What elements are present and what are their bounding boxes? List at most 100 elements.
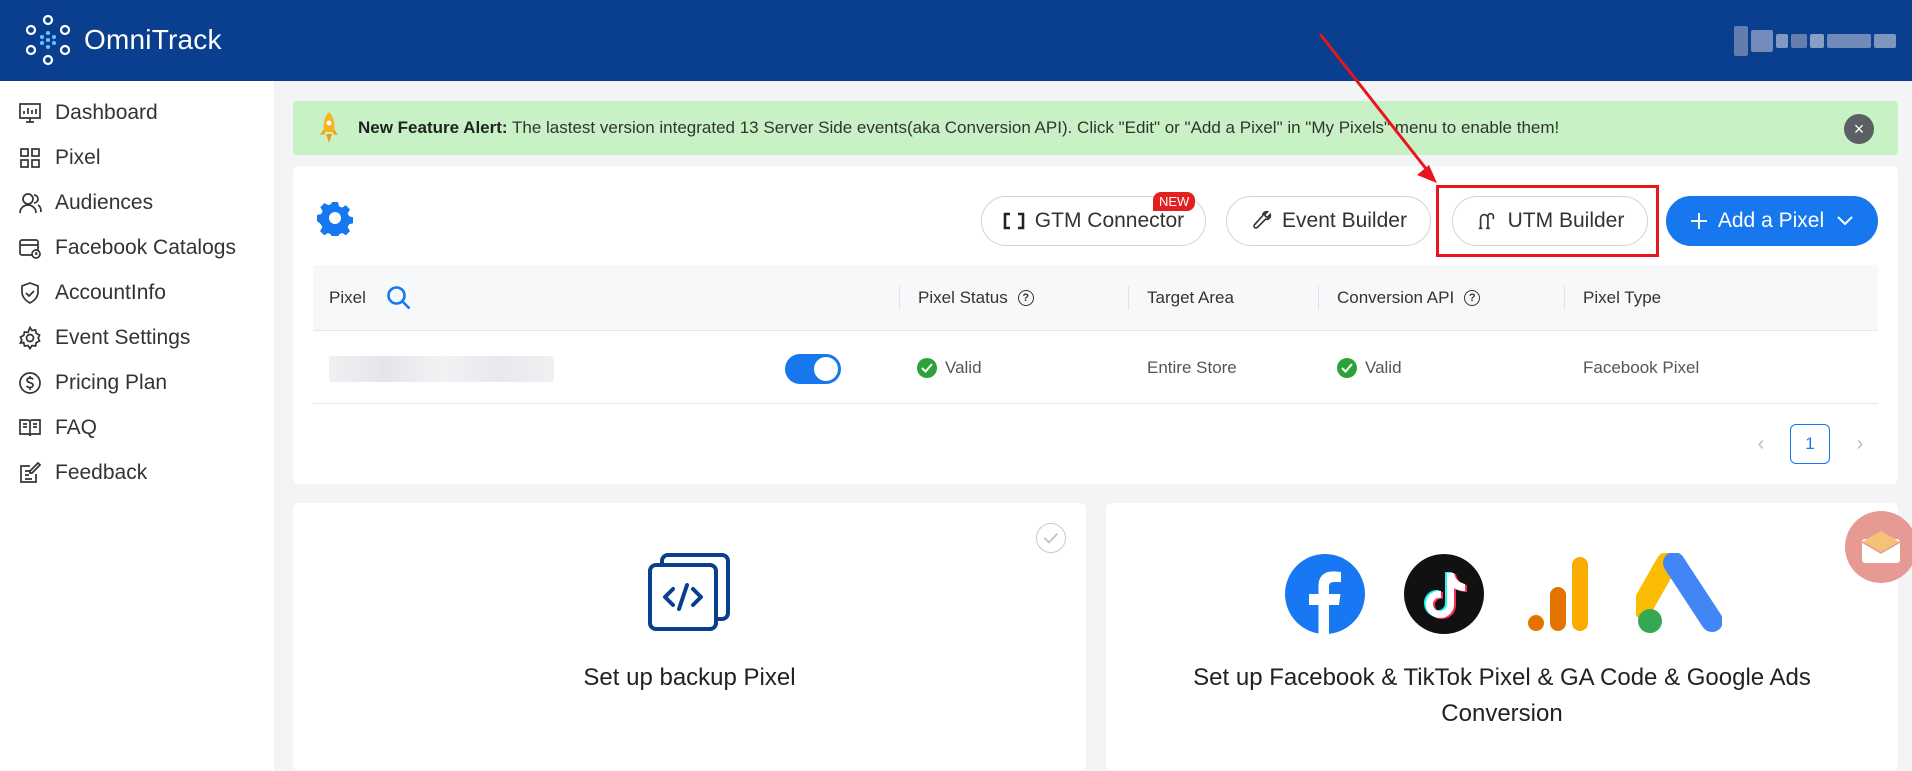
table-header: Pixel Pixel Status ? Target Area Convers… — [313, 265, 1878, 331]
floating-chat-button[interactable] — [1845, 511, 1912, 583]
new-badge: NEW — [1153, 192, 1196, 211]
target-area-cell: Entire Store — [1147, 332, 1237, 404]
sidebar: Dashboard Pixel Audiences Facebook Catal… — [0, 81, 274, 771]
catalog-icon — [16, 234, 44, 262]
column-header-label: Target Area — [1147, 288, 1234, 307]
book-icon — [16, 414, 44, 442]
plus-icon — [1690, 212, 1708, 230]
rocket-icon — [320, 112, 338, 143]
pixel-status-cell: Valid — [917, 332, 982, 404]
pixel-status-value: Valid — [945, 358, 982, 377]
add-pixel-label: Add a Pixel — [1717, 209, 1825, 232]
pagination-prev-button[interactable]: ‹ — [1751, 425, 1771, 463]
sidebar-item-faq[interactable]: FAQ — [0, 406, 274, 450]
top-bar: OmniTrack — [0, 0, 1912, 81]
shield-icon — [16, 279, 44, 307]
column-divider — [899, 286, 900, 310]
column-divider — [1128, 286, 1129, 310]
dollar-icon — [16, 369, 44, 397]
gear-icon — [16, 324, 44, 352]
feature-alert-banner: New Feature Alert: The lastest version i… — [293, 101, 1898, 155]
sidebar-item-facebook-catalogs[interactable]: Facebook Catalogs — [0, 226, 274, 270]
sidebar-item-pixel[interactable]: Pixel — [0, 136, 274, 180]
code-file-icon — [648, 553, 730, 631]
sidebar-item-label: Event Settings — [55, 326, 191, 349]
sidebar-item-label: AccountInfo — [55, 281, 166, 304]
sidebar-item-accountinfo[interactable]: AccountInfo — [0, 271, 274, 315]
column-header-label: Conversion API — [1337, 288, 1455, 307]
pixel-name-redacted — [329, 356, 554, 382]
pagination-page-button[interactable]: 1 — [1790, 424, 1830, 464]
sidebar-item-feedback[interactable]: Feedback — [0, 451, 274, 495]
column-divider — [1564, 286, 1565, 310]
sidebar-item-dashboard[interactable]: Dashboard — [0, 91, 274, 135]
sidebar-item-pricing-plan[interactable]: Pricing Plan — [0, 361, 274, 405]
column-header-label: Pixel — [329, 288, 366, 307]
setup-pixels-card[interactable]: Set up Facebook & TikTok Pixel & GA Code… — [1106, 503, 1898, 771]
pixel-type-cell: Facebook Pixel — [1583, 332, 1699, 404]
add-pixel-button[interactable]: Add a Pixel — [1666, 196, 1878, 246]
sidebar-item-audiences[interactable]: Audiences — [0, 181, 274, 225]
toggle-knob — [814, 357, 838, 381]
event-builder-button[interactable]: Event Builder — [1226, 196, 1431, 246]
conversion-api-value: Valid — [1365, 358, 1402, 377]
sidebar-item-event-settings[interactable]: Event Settings — [0, 316, 274, 360]
column-header-pixel-status: Pixel Status ? — [918, 265, 1034, 331]
utm-builder-highlight — [1436, 185, 1659, 257]
help-icon[interactable]: ? — [1464, 290, 1481, 306]
omnitrack-logo-icon — [25, 14, 71, 66]
sidebar-item-label: Feedback — [55, 461, 148, 484]
facebook-icon — [1285, 554, 1365, 634]
pixel-type-value: Facebook Pixel — [1583, 358, 1700, 377]
setup-pixels-title-line: Set up Facebook & TikTok Pixel & GA Code… — [1193, 664, 1811, 691]
table-row: Valid Entire Store Valid Facebook Pixel — [313, 332, 1878, 404]
settings-gear-icon[interactable] — [317, 200, 353, 236]
alert-title: New Feature Alert: — [358, 118, 508, 137]
column-divider — [1318, 286, 1319, 310]
sidebar-item-label: Facebook Catalogs — [55, 236, 236, 259]
search-icon[interactable] — [386, 285, 412, 311]
gtm-connector-icon — [1003, 212, 1025, 230]
envelope-icon — [1861, 531, 1901, 563]
close-icon: × — [1853, 118, 1865, 139]
tiktok-icon — [1404, 554, 1484, 634]
sidebar-item-label: FAQ — [55, 416, 98, 439]
sidebar-item-label: Pixel — [55, 146, 101, 169]
check-circle-icon — [917, 358, 937, 378]
alert-body: The lastest version integrated 13 Server… — [507, 118, 1560, 137]
pixel-list-card: GTM Connector NEW Event Builder UTM Buil… — [293, 166, 1898, 484]
pixel-enabled-toggle[interactable] — [785, 354, 841, 384]
event-builder-label: Event Builder — [1282, 209, 1407, 232]
sidebar-item-label: Dashboard — [55, 101, 158, 124]
google-analytics-icon — [1528, 557, 1588, 631]
dashboard-icon — [16, 99, 44, 127]
target-area-value: Entire Store — [1147, 358, 1237, 377]
check-icon — [1036, 523, 1066, 553]
setup-pixels-title: Set up Facebook & TikTok Pixel & GA Code… — [1106, 660, 1898, 732]
gtm-connector-label: GTM Connector — [1034, 209, 1185, 232]
google-ads-icon — [1636, 553, 1722, 633]
alert-close-button[interactable]: × — [1844, 114, 1874, 144]
pagination-next-button[interactable]: › — [1850, 425, 1870, 463]
setup-pixels-title-line: Conversion — [1441, 700, 1563, 727]
help-icon[interactable]: ? — [1017, 290, 1034, 306]
users-icon — [16, 189, 44, 217]
sidebar-item-label: Pricing Plan — [55, 371, 168, 394]
backup-pixel-card[interactable]: Set up backup Pixel — [293, 503, 1086, 771]
conversion-api-cell: Valid — [1337, 332, 1402, 404]
app-logo[interactable]: OmniTrack — [24, 14, 222, 66]
chevron-down-icon — [1836, 215, 1854, 227]
column-header-pixel: Pixel — [329, 265, 412, 331]
column-header-target-area: Target Area — [1147, 265, 1234, 331]
sidebar-item-label: Audiences — [55, 191, 154, 214]
backup-pixel-title: Set up backup Pixel — [583, 664, 796, 691]
grid-icon — [16, 144, 44, 172]
column-header-conversion-api: Conversion API ? — [1337, 265, 1481, 331]
user-account-menu[interactable] — [1734, 22, 1902, 60]
alert-message: New Feature Alert: The lastest version i… — [358, 118, 1559, 138]
edit-icon — [16, 459, 44, 487]
column-header-pixel-type: Pixel Type — [1583, 265, 1661, 331]
column-header-label: Pixel Type — [1583, 288, 1662, 307]
wrench-icon — [1250, 210, 1272, 232]
check-circle-icon — [1337, 358, 1357, 378]
